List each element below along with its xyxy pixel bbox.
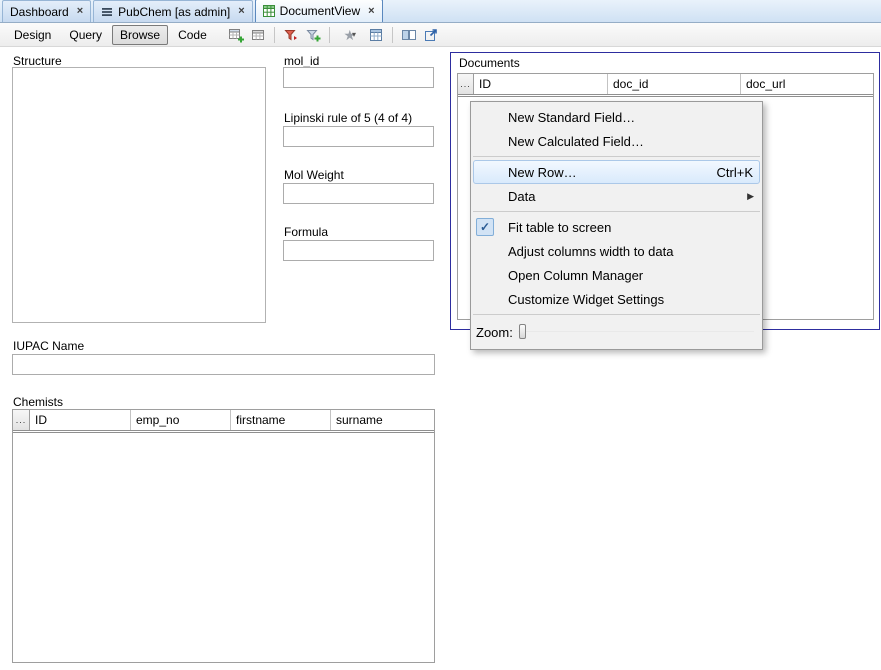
chemists-table-header: ... ID emp_no firstname surname — [13, 410, 434, 433]
code-button[interactable]: Code — [170, 25, 215, 45]
lipinski-field[interactable] — [283, 126, 434, 147]
column-header-emp-no[interactable]: emp_no — [131, 410, 231, 430]
zoom-slider-handle[interactable] — [519, 324, 526, 339]
iupac-name-field[interactable] — [12, 354, 435, 375]
favorites-dropdown-icon[interactable]: ★ ▾ — [335, 24, 365, 46]
toolbar: Design Query Browse Code ★ ▾ — [0, 23, 881, 47]
structure-label: Structure — [13, 54, 62, 68]
menu-separator — [473, 211, 760, 212]
menu-item-label: Fit table to screen — [508, 220, 611, 235]
zoom-slider[interactable] — [518, 323, 754, 341]
menu-item-label: Customize Widget Settings — [508, 292, 664, 307]
filter-icon[interactable] — [280, 24, 302, 46]
add-filter-icon[interactable] — [302, 24, 324, 46]
column-header-id[interactable]: ID — [30, 410, 131, 430]
lipinski-label: Lipinski rule of 5 (4 of 4) — [284, 111, 412, 125]
column-header-surname[interactable]: surname — [331, 410, 434, 430]
formula-label: Formula — [284, 225, 328, 239]
mol-id-field[interactable] — [283, 67, 434, 88]
formula-field[interactable] — [283, 240, 434, 261]
chemists-label: Chemists — [13, 395, 63, 409]
checkmark-icon: ✓ — [476, 218, 494, 236]
menu-item-label: Data — [508, 189, 535, 204]
chevron-down-icon: ▾ — [352, 30, 356, 39]
shortcut-label: Ctrl+K — [717, 165, 753, 180]
table-options-button[interactable]: ... — [13, 410, 30, 430]
documents-label: Documents — [459, 56, 520, 70]
design-button[interactable]: Design — [6, 25, 59, 45]
tab-label: DocumentView — [280, 4, 360, 18]
menu-separator — [473, 314, 760, 315]
menu-item-label: New Row… — [508, 165, 577, 180]
menu-item-customize-widget-settings[interactable]: Customize Widget Settings — [471, 287, 762, 311]
iupac-name-label: IUPAC Name — [13, 339, 84, 353]
tab-pubchem[interactable]: PubChem [as admin] × — [93, 0, 253, 22]
context-menu: New Standard Field… New Calculated Field… — [470, 101, 763, 350]
zoom-slider-groove — [518, 331, 754, 332]
add-table-icon[interactable] — [225, 24, 247, 46]
mol-weight-label: Mol Weight — [284, 168, 344, 182]
close-icon[interactable]: × — [74, 6, 83, 17]
tab-bar: Dashboard × PubChem [as admin] × Documen… — [0, 0, 881, 23]
column-header-doc-url[interactable]: doc_url — [741, 74, 873, 94]
open-in-window-icon[interactable] — [420, 24, 442, 46]
submenu-arrow-icon: ▶ — [747, 191, 754, 202]
table-tool-icon[interactable] — [247, 24, 269, 46]
menu-item-new-calculated-field[interactable]: New Calculated Field… — [471, 129, 762, 153]
menu-item-data[interactable]: Data ▶ — [471, 184, 762, 208]
structure-editor[interactable] — [12, 67, 266, 323]
zoom-label: Zoom: — [476, 325, 513, 340]
chemists-table: ... ID emp_no firstname surname — [12, 409, 435, 663]
documents-table-header: ... ID doc_id doc_url — [458, 74, 873, 97]
toolbar-separator — [274, 27, 275, 43]
table-icon — [263, 5, 275, 17]
close-icon[interactable]: × — [365, 6, 374, 17]
menu-item-fit-table-to-screen[interactable]: ✓ Fit table to screen — [471, 215, 762, 239]
menu-zoom-row: Zoom: — [471, 318, 762, 346]
mol-weight-field[interactable] — [283, 183, 434, 204]
list-icon — [101, 6, 113, 18]
chemists-table-body[interactable] — [13, 433, 434, 662]
table-options-button[interactable]: ... — [458, 74, 474, 94]
toolbar-separator — [392, 27, 393, 43]
close-icon[interactable]: × — [235, 6, 244, 17]
menu-item-label: Adjust columns width to data — [508, 244, 673, 259]
tab-documentview[interactable]: DocumentView × — [255, 0, 383, 22]
column-header-id[interactable]: ID — [474, 74, 608, 94]
split-view-icon[interactable] — [398, 24, 420, 46]
menu-item-label: Open Column Manager — [508, 268, 643, 283]
browse-button[interactable]: Browse — [112, 25, 168, 45]
menu-item-adjust-columns-width[interactable]: Adjust columns width to data — [471, 239, 762, 263]
menu-separator — [473, 156, 760, 157]
query-button[interactable]: Query — [61, 25, 110, 45]
column-header-doc-id[interactable]: doc_id — [608, 74, 741, 94]
tab-label: Dashboard — [10, 5, 69, 19]
tab-dashboard[interactable]: Dashboard × — [2, 0, 91, 22]
menu-item-label: New Standard Field… — [508, 110, 635, 125]
menu-item-label: New Calculated Field… — [508, 134, 644, 149]
mol-id-label: mol_id — [284, 54, 319, 68]
column-header-firstname[interactable]: firstname — [231, 410, 331, 430]
tab-label: PubChem [as admin] — [118, 5, 230, 19]
menu-item-open-column-manager[interactable]: Open Column Manager — [471, 263, 762, 287]
menu-item-new-row[interactable]: New Row… Ctrl+K — [473, 160, 760, 184]
menu-item-new-standard-field[interactable]: New Standard Field… — [471, 105, 762, 129]
data-grid-icon[interactable] — [365, 24, 387, 46]
toolbar-separator — [329, 27, 330, 43]
